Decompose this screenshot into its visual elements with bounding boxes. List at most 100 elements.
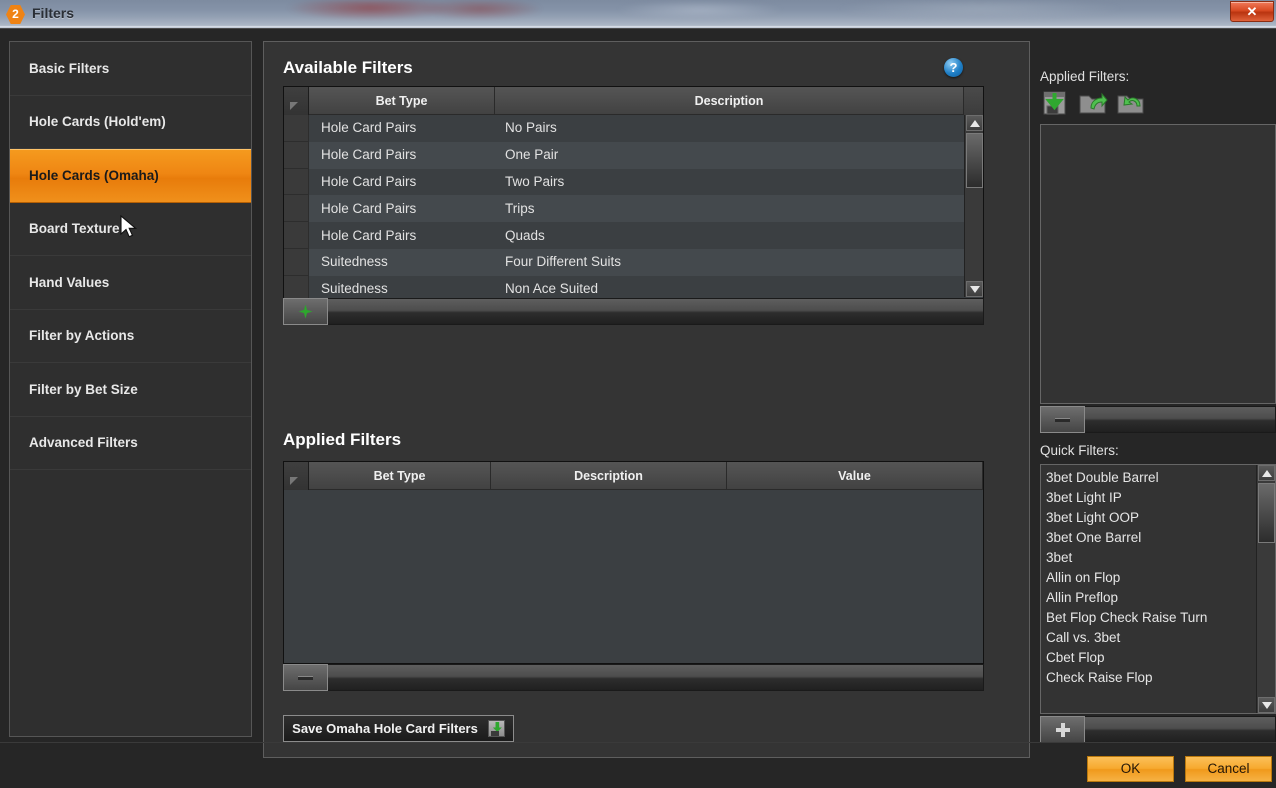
remove-filter-button[interactable] [283,664,328,691]
scroll-down-arrow-icon[interactable] [966,281,983,297]
table-row[interactable]: Suitedness Non Ace Suited [284,275,983,298]
row-gutter[interactable] [284,141,309,169]
right-applied-hscrollbar[interactable] [1085,406,1276,433]
sidebar-item-board-texture[interactable]: Board Texture [10,203,251,256]
window-title: Filters [32,5,75,21]
cell-text: Trips [505,200,535,216]
right-applied-filters-list[interactable] [1040,124,1276,404]
sidebar-item-filter-by-actions[interactable]: Filter by Actions [10,310,251,363]
available-filters-hscroll-strip [283,298,984,325]
cell-text: Hole Card Pairs [321,227,417,243]
row-gutter[interactable] [284,248,309,276]
sidebar: Basic Filters Hole Cards (Hold'em) Hole Ca… [9,41,252,737]
grid-corner-icon [284,87,309,115]
column-header-value[interactable]: Value [727,462,983,490]
cancel-button[interactable]: Cancel [1185,756,1272,782]
column-header-description[interactable]: Description [495,87,964,115]
sidebar-item-label: Hole Cards (Hold'em) [29,114,166,130]
sidebar-item-advanced-filters[interactable]: Advanced Filters [10,417,251,470]
cell-text: Two Pairs [505,173,565,189]
table-row[interactable]: Hole Card Pairs One Pair [284,141,983,169]
right-remove-filter-button[interactable] [1040,406,1085,433]
reload-folder-icon[interactable] [1116,90,1146,116]
quick-filter-item[interactable]: Call vs. 3bet [1041,627,1256,647]
column-header-bet-type[interactable]: Bet Type [309,462,491,490]
quick-filter-item[interactable]: Allin Preflop [1041,587,1256,607]
column-header-description[interactable]: Description [491,462,727,490]
cell-text: Hole Card Pairs [321,120,417,136]
column-header-bet-type[interactable]: Bet Type [309,87,495,115]
row-gutter[interactable] [284,115,309,142]
ok-button[interactable]: OK [1087,756,1174,782]
plus-icon [1055,722,1070,737]
available-filters-grid: Bet Type Description Hole Card Pairs No P… [283,86,984,298]
quick-filters-listbox[interactable]: 3bet Double Barrel 3bet Light IP 3bet Ligh… [1040,464,1276,714]
minus-icon [298,675,313,680]
save-filters-icon[interactable] [1040,90,1070,116]
quick-filter-item[interactable]: Cbet Flop [1041,647,1256,667]
quick-filter-item[interactable]: Bet Flop Check Raise Turn [1041,607,1256,627]
quick-filter-item[interactable]: 3bet Light OOP [1041,507,1256,527]
cell-bet-type: Hole Card Pairs [309,146,495,164]
row-gutter[interactable] [284,275,309,298]
quick-filter-item[interactable]: 3bet One Barrel [1041,527,1256,547]
table-row[interactable]: Hole Card Pairs Trips [284,195,983,223]
quick-filter-item[interactable]: 3bet [1041,547,1256,567]
add-filter-button[interactable] [283,298,328,325]
add-quick-filter-button[interactable] [1040,716,1085,743]
scroll-up-arrow-icon[interactable] [966,115,983,131]
quick-filters-label: Quick Filters: [1040,443,1119,458]
scroll-thumb[interactable] [1258,483,1275,543]
cell-text: Four Different Suits [505,254,622,270]
scroll-down-arrow-icon[interactable] [1258,697,1275,713]
quick-filters-vscrollbar[interactable] [1256,465,1275,713]
cell-bet-type: Suitedness [309,280,495,298]
right-applied-hscroll-strip [1040,406,1276,433]
table-row[interactable]: Hole Card Pairs Two Pairs [284,168,983,196]
minus-icon [1055,417,1070,422]
applied-filters-hscrollbar[interactable] [328,664,984,691]
row-gutter[interactable] [284,168,309,196]
quick-filter-item[interactable]: 3bet Double Barrel [1041,467,1256,487]
quick-filter-item[interactable]: Check Raise Flop [1041,667,1256,687]
save-button-label: Save Omaha Hole Card Filters [292,721,478,736]
save-omaha-hole-card-filters-button[interactable]: Save Omaha Hole Card Filters [283,715,514,742]
sidebar-item-filter-by-bet-size[interactable]: Filter by Bet Size [10,363,251,417]
help-icon[interactable]: ? [944,58,963,77]
table-row[interactable]: Hole Card Pairs Quads [284,222,983,249]
green-plus-star-icon [299,305,313,319]
cell-text: Hole Card Pairs [321,147,417,163]
cell-description: Four Different Suits [495,253,983,271]
sidebar-item-hand-values[interactable]: Hand Values [10,256,251,310]
available-filters-rows: Hole Card Pairs No Pairs Hole Card Pairs On… [284,115,983,298]
cell-description: Non Ace Suited [495,280,983,298]
sidebar-item-label: Board Texture [29,221,120,237]
cell-description: Trips [495,200,983,218]
sidebar-item-hole-cards-hold-em[interactable]: Hole Cards (Hold'em) [10,96,251,149]
center-panel: Available Filters ? Bet Type Description… [263,41,1030,758]
quick-filter-item[interactable]: 3bet Light IP [1041,487,1256,507]
cell-bet-type: Hole Card Pairs [309,119,495,137]
available-filters-title: Available Filters [283,58,413,77]
table-row[interactable]: Hole Card Pairs No Pairs [284,115,983,142]
row-gutter[interactable] [284,222,309,249]
quick-filter-item[interactable]: Allin on Flop [1041,567,1256,587]
available-filters-vscrollbar[interactable] [964,115,983,297]
sidebar-item-hole-cards-omaha[interactable]: Hole Cards (Omaha) [10,149,251,203]
cell-text: Non Ace Suited [505,281,599,297]
row-gutter[interactable] [284,195,309,223]
title-bar: 2 Filters ✕ [0,0,1276,28]
available-filters-hscrollbar[interactable] [328,298,984,325]
applied-filters-grid: Bet Type Description Value [283,461,984,664]
close-icon[interactable]: ✕ [1230,1,1274,22]
open-folder-icon[interactable] [1078,90,1108,116]
window-body: Basic Filters Hole Cards (Hold'em) Hole Ca… [0,28,1276,788]
table-row[interactable]: Suitedness Four Different Suits [284,248,983,276]
scroll-thumb[interactable] [966,133,983,188]
quick-filters-hscrollbar[interactable] [1085,716,1276,743]
cell-text: Quads [505,227,545,243]
scroll-up-arrow-icon[interactable] [1258,465,1275,481]
sidebar-item-basic-filters[interactable]: Basic Filters [10,42,251,96]
right-applied-filters-label: Applied Filters: [1040,69,1130,84]
sidebar-item-label: Filter by Actions [29,328,135,344]
